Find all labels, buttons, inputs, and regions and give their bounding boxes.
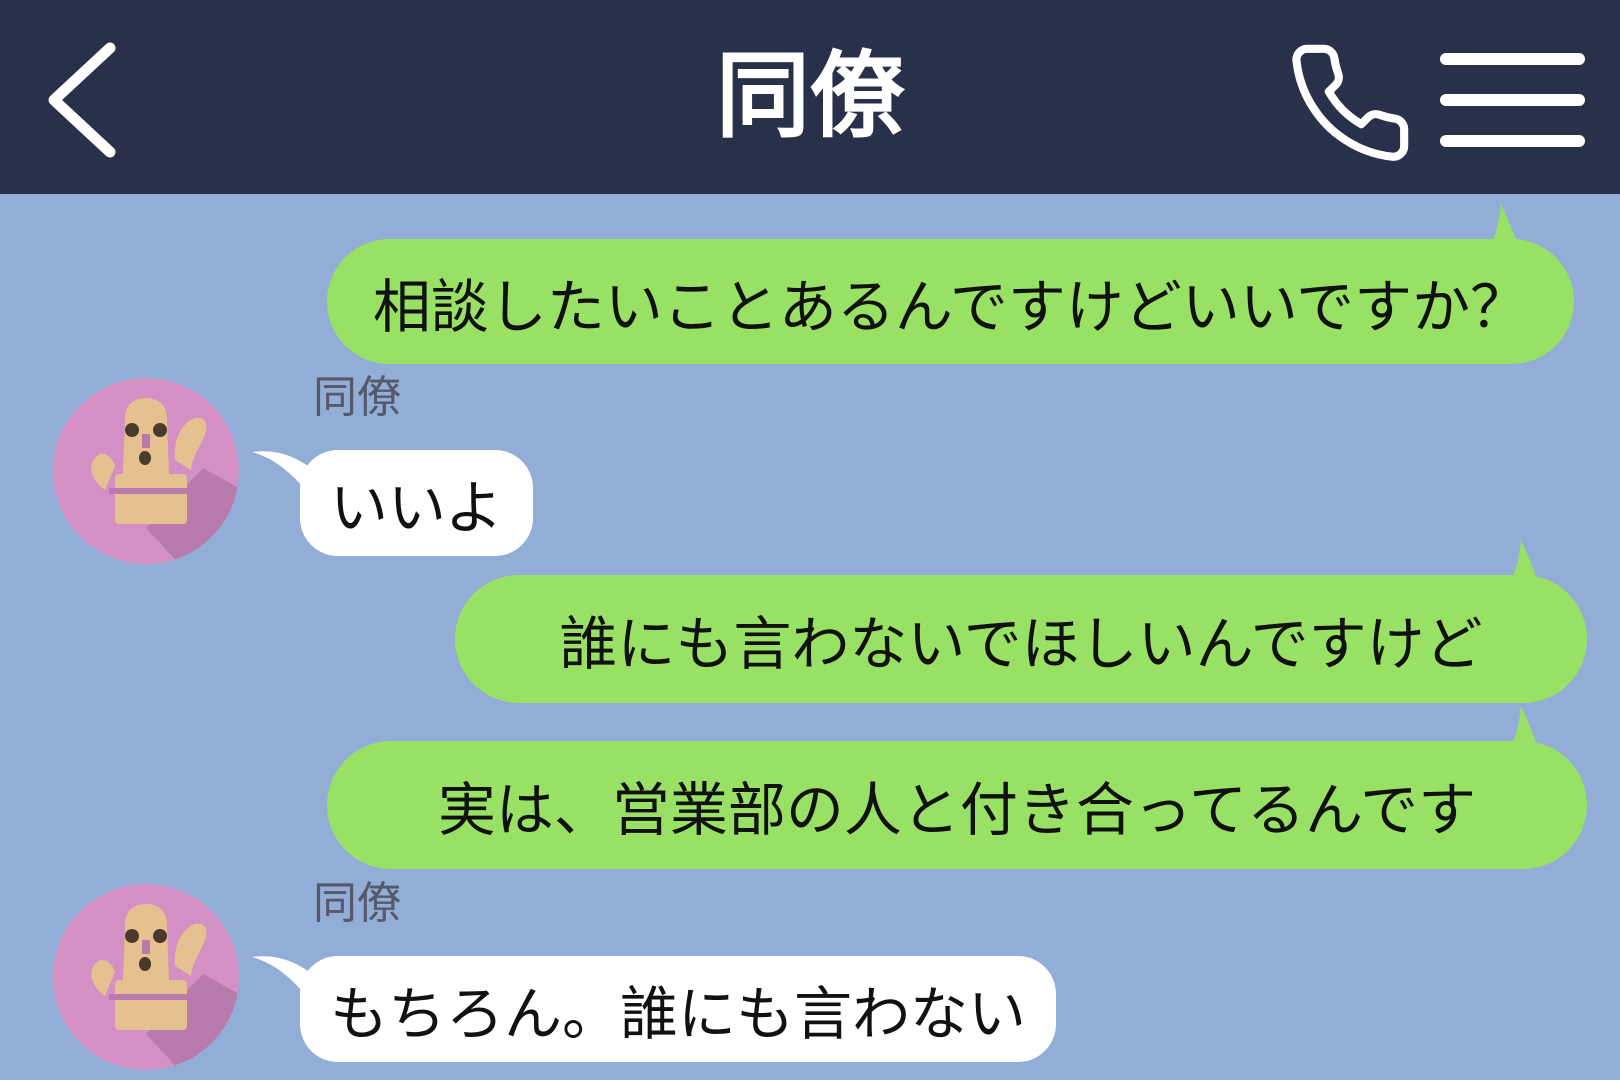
chat-header: 同僚 bbox=[0, 0, 1620, 194]
phone-icon bbox=[1292, 44, 1409, 161]
hamburger-menu-icon bbox=[1440, 50, 1585, 150]
message-text: 実は、営業部の人と付き合ってるんです bbox=[437, 776, 1477, 844]
message-bubble-incoming: もちろん。誰にも言わない bbox=[300, 956, 1057, 1062]
message-bubble-incoming: いいよ bbox=[300, 450, 533, 556]
chat-area: 相談したいことあるんですけどいいですか？ 同僚 いいよ 誰にも言わないでほしいん… bbox=[0, 194, 1620, 1080]
message-text: いいよ bbox=[330, 474, 503, 542]
message-text: もちろん。誰にも言わない bbox=[330, 980, 1027, 1048]
sender-name: 同僚 bbox=[313, 878, 401, 929]
message-bubble-outgoing: 相談したいことあるんですけどいいですか？ bbox=[327, 239, 1574, 364]
avatar[interactable] bbox=[53, 884, 239, 1070]
back-button[interactable] bbox=[40, 40, 130, 160]
message-bubble-outgoing: 実は、営業部の人と付き合ってるんです bbox=[327, 741, 1587, 869]
message-text: 誰にも言わないでほしいんですけど bbox=[559, 610, 1483, 678]
statue-avatar-icon bbox=[53, 378, 239, 564]
menu-button[interactable] bbox=[1440, 50, 1585, 150]
chat-title: 同僚 bbox=[715, 42, 904, 151]
message-text: 相談したいことあるんですけどいいですか？ bbox=[372, 272, 1529, 341]
chevron-left-icon bbox=[48, 42, 116, 158]
statue-avatar-icon bbox=[53, 884, 239, 1070]
call-button[interactable] bbox=[1285, 38, 1415, 168]
avatar[interactable] bbox=[53, 378, 239, 564]
chat-screen: 同僚 相談したいことあるんですけどいいですか？ 同僚 いいよ 誰にも言わないでほ… bbox=[0, 0, 1620, 1080]
sender-name: 同僚 bbox=[313, 372, 401, 423]
message-bubble-outgoing: 誰にも言わないでほしいんですけど bbox=[455, 575, 1587, 703]
